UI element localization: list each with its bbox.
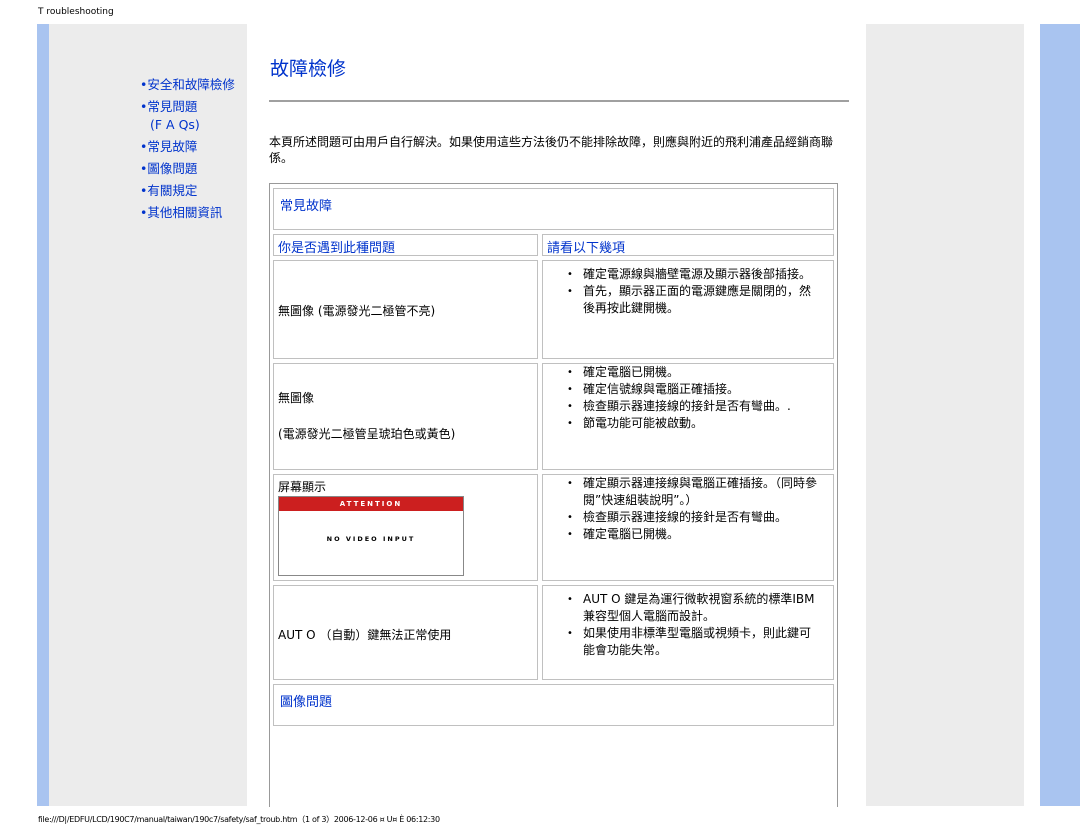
solution-cell: 確定電腦已開機。 確定信號線與電腦正確插接。 檢查顯示器連接線的接針是否有彎曲。… <box>542 363 834 470</box>
left-blue-bar <box>37 24 49 806</box>
intro-paragraph: 本頁所述問題可由用戶自行解決。如果使用這些方法後仍不能排除故障，則應與附近的飛利… <box>269 135 834 165</box>
solution-item: 節電功能可能被啟動。 <box>563 415 819 432</box>
solution-item: AUT O 鍵是為運行微軟視窗系統的標準IBM兼容型個人電腦而設計。 <box>563 591 819 625</box>
section-title-common-problems: 常見故障 <box>280 199 333 214</box>
right-gray-panel <box>866 24 1026 806</box>
problem-text: 無圖像 <box>278 391 315 405</box>
solution-item: 如果使用非標準型電腦或視頻卡，則此鍵可能會功能失常。 <box>563 625 819 659</box>
osd-attention-image: ATTENTION NO VIDEO INPUT <box>278 496 464 576</box>
problem-cell: AUT O （自動）鍵無法正常使用 <box>273 585 538 680</box>
page-footer-path: file:///D|/EDFU/LCD/190C7/manual/taiwan/… <box>38 815 440 824</box>
solution-list: 確定電腦已開機。 確定信號線與電腦正確插接。 檢查顯示器連接線的接針是否有彎曲。… <box>563 364 819 432</box>
solution-item: 檢查顯示器連接線的接針是否有彎曲。 <box>563 509 819 526</box>
osd-attention-banner: ATTENTION <box>279 497 463 511</box>
nav-link-other-info[interactable]: •其他相關資訊 <box>140 202 235 224</box>
solution-item: 首先，顯示器正面的電源鍵應是關閉的，然後再按此鍵開機。 <box>563 283 819 317</box>
section-header-cell: 常見故障 <box>273 188 834 230</box>
column-header-problem: 你是否遇到此種問題 <box>273 234 538 256</box>
sidebar-nav: •安全和故障檢修 •常見問題 (F A Qs) •常見故障 •圖像問題 •有關規… <box>140 74 235 224</box>
problem-text: (電源發光二極管呈琥珀色或黃色) <box>278 427 456 441</box>
solution-list: 確定顯示器連接線與電腦正確插接。（同時參閱”快速組裝說明”。） 檢查顯示器連接線… <box>563 475 819 543</box>
title-divider <box>269 100 849 102</box>
solution-item: 確定信號線與電腦正確插接。 <box>563 381 819 398</box>
solution-cell: 確定顯示器連接線與電腦正確插接。（同時參閱”快速組裝說明”。） 檢查顯示器連接線… <box>542 474 834 581</box>
column-header-check-label: 請看以下幾項 <box>547 241 626 256</box>
problem-cell: 無圖像 (電源發光二極管不亮) <box>273 260 538 359</box>
solution-item: 確定電源線與牆壁電源及顯示器後部插接。 <box>563 266 819 283</box>
section-title-imaging-problems: 圖像問題 <box>280 695 333 710</box>
problem-text: 屏幕顯示 <box>278 480 327 494</box>
right-divider <box>1024 24 1026 806</box>
nav-link-imaging-problems[interactable]: •圖像問題 <box>140 158 235 180</box>
nav-link-faqs-abbrev[interactable]: (F A Qs) <box>150 114 235 136</box>
solution-list: 確定電源線與牆壁電源及顯示器後部插接。 首先，顯示器正面的電源鍵應是關閉的，然後… <box>563 266 819 317</box>
problem-text: AUT O （自動）鍵無法正常使用 <box>278 628 452 642</box>
solution-item: 檢查顯示器連接線的接針是否有彎曲。. <box>563 398 819 415</box>
problem-cell: 無圖像 (電源發光二極管呈琥珀色或黃色) <box>273 363 538 470</box>
page-title: 故障檢修 <box>270 58 347 80</box>
section-header-cell: 圖像問題 <box>273 684 834 726</box>
right-blue-bar <box>1040 24 1080 806</box>
solution-cell: AUT O 鍵是為運行微軟視窗系統的標準IBM兼容型個人電腦而設計。 如果使用非… <box>542 585 834 680</box>
solution-item: 確定電腦已開機。 <box>563 526 819 543</box>
running-header: T roubleshooting <box>38 7 114 17</box>
problem-text: 無圖像 (電源發光二極管不亮) <box>278 304 436 318</box>
solution-cell: 確定電源線與牆壁電源及顯示器後部插接。 首先，顯示器正面的電源鍵應是關閉的，然後… <box>542 260 834 359</box>
nav-link-common-problems[interactable]: •常見故障 <box>140 136 235 158</box>
osd-no-video-input-message: NO VIDEO INPUT <box>326 535 416 543</box>
nav-link-regulatory-info[interactable]: •有關規定 <box>140 180 235 202</box>
solution-item: 確定顯示器連接線與電腦正確插接。（同時參閱”快速組裝說明”。） <box>563 475 819 509</box>
column-header-problem-label: 你是否遇到此種問題 <box>278 241 396 256</box>
nav-link-safety-troubleshooting[interactable]: •安全和故障檢修 <box>140 74 235 96</box>
solution-item: 確定電腦已開機。 <box>563 364 819 381</box>
solution-list: AUT O 鍵是為運行微軟視窗系統的標準IBM兼容型個人電腦而設計。 如果使用非… <box>563 591 819 659</box>
spacer-column <box>247 24 264 806</box>
column-header-check: 請看以下幾項 <box>542 234 834 256</box>
